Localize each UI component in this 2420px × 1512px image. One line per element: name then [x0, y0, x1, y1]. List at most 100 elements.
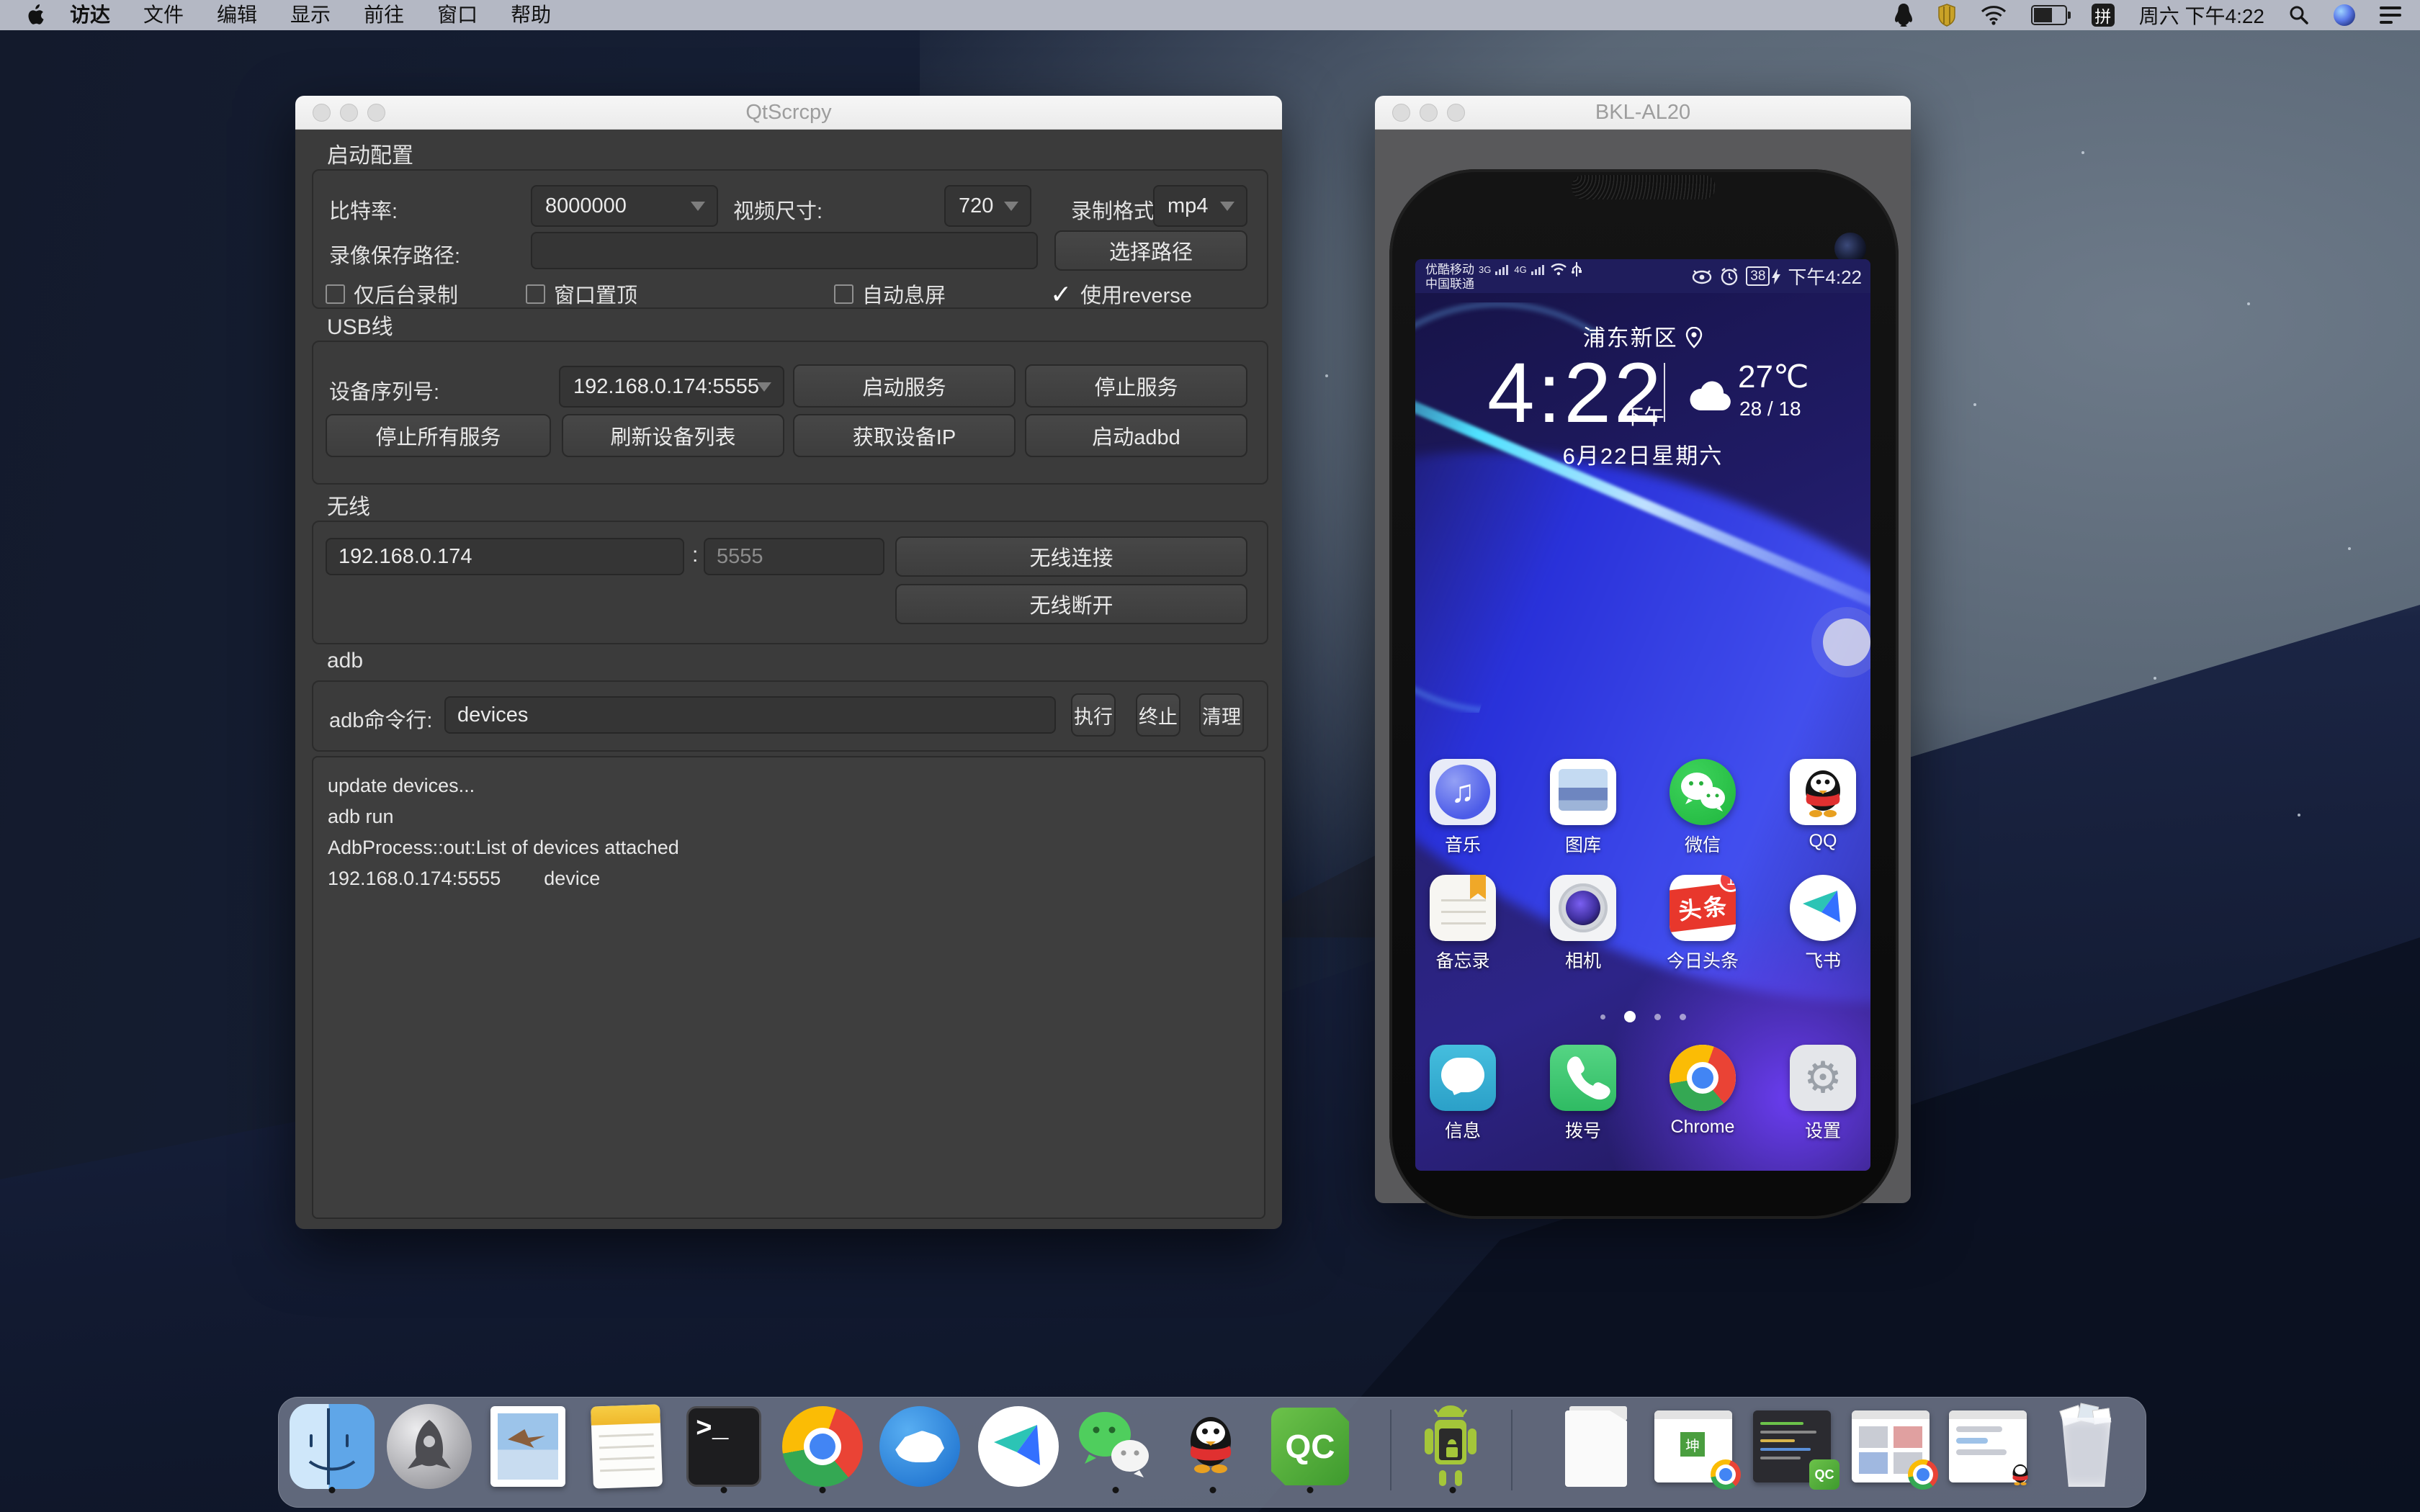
dock-finder[interactable] — [290, 1404, 375, 1489]
phone-titlebar[interactable]: BKL-AL20 — [1375, 96, 1911, 130]
menu-view[interactable]: 显示 — [274, 0, 347, 30]
checkbox-box[interactable] — [834, 284, 853, 304]
app-label: 设置 — [1775, 1117, 1870, 1143]
app-messages[interactable]: 信息 — [1415, 1045, 1510, 1143]
checkbox-box[interactable] — [326, 284, 345, 304]
dock-qtcreator[interactable]: QC — [1268, 1404, 1353, 1489]
input-method-icon[interactable]: 拼 — [2092, 4, 2115, 27]
app-toutiao[interactable]: 头条 1 今日头条 — [1655, 875, 1750, 973]
bitrate-select[interactable]: 8000000 — [531, 185, 718, 227]
android-robot-icon — [1410, 1404, 1491, 1489]
menu-finder[interactable]: 访达 — [53, 0, 127, 30]
get-device-ip-button[interactable]: 获取设备IP — [793, 414, 1016, 457]
dock-wechat[interactable] — [1073, 1404, 1158, 1489]
wireless-disconnect-button[interactable]: 无线断开 — [895, 584, 1247, 624]
app-label: QQ — [1775, 831, 1870, 852]
record-path-input[interactable] — [531, 232, 1038, 269]
camera-icon[interactable] — [1550, 875, 1616, 941]
app-feishu[interactable]: 飞书 — [1775, 875, 1870, 973]
apple-logo-icon[interactable] — [22, 4, 53, 26]
refresh-devices-button[interactable]: 刷新设备列表 — [562, 414, 784, 457]
app-dialer[interactable]: 拨号 — [1536, 1045, 1631, 1143]
menu-window[interactable]: 窗口 — [421, 0, 494, 30]
wifi-menubar-icon[interactable] — [1981, 5, 2007, 25]
check-icon[interactable]: ✓ — [1050, 284, 1072, 304]
gallery-icon[interactable] — [1550, 759, 1616, 825]
dock-qq[interactable] — [1170, 1404, 1255, 1489]
messages-icon[interactable] — [1430, 1045, 1496, 1111]
app-gallery[interactable]: 图库 — [1536, 759, 1631, 857]
dock-minimized-browser-page[interactable] — [1848, 1404, 1933, 1489]
app-wechat[interactable]: 微信 — [1655, 759, 1750, 857]
checkbox-use-reverse[interactable]: ✓使用reverse — [1050, 279, 1192, 309]
adb-run-button[interactable]: 执行 — [1071, 693, 1116, 737]
video-size-select[interactable]: 720 — [944, 185, 1031, 227]
dock-notes[interactable] — [584, 1404, 669, 1489]
adb-cmd-input[interactable] — [444, 696, 1056, 734]
dock-chrome[interactable] — [780, 1404, 865, 1489]
phone-screen[interactable]: 优酷移动 3G 4G 中国联通 — [1415, 259, 1870, 1171]
record-format-select[interactable]: mp4 — [1153, 185, 1247, 227]
adb-clear-button[interactable]: 清理 — [1199, 693, 1244, 737]
qtcreator-badge-icon: QC — [1809, 1459, 1839, 1490]
dock-trash[interactable] — [2044, 1404, 2129, 1489]
statusbar-time: 下午4:22 — [1788, 263, 1862, 289]
app-music[interactable]: ♫ 音乐 — [1415, 759, 1510, 857]
dock-launchpad[interactable] — [387, 1404, 472, 1489]
assistive-floating-ball[interactable] — [1823, 618, 1870, 666]
notification-center-icon[interactable] — [2380, 6, 2401, 24]
dock-seal-app[interactable] — [877, 1404, 962, 1489]
checkbox-screen-off[interactable]: 自动息屏 — [834, 279, 946, 309]
dock-mail[interactable] — [485, 1404, 570, 1489]
menu-go[interactable]: 前往 — [347, 0, 421, 30]
start-service-button[interactable]: 启动服务 — [793, 364, 1016, 408]
app-camera[interactable]: 相机 — [1536, 875, 1631, 973]
checkbox-bg-record[interactable]: 仅后台录制 — [326, 279, 458, 309]
notes-icon[interactable] — [1430, 875, 1496, 941]
siri-icon[interactable] — [2334, 4, 2355, 26]
app-notes[interactable]: 备忘录 — [1415, 875, 1510, 973]
app-settings[interactable]: ⚙ 设置 — [1775, 1045, 1870, 1143]
wireless-connect-button[interactable]: 无线连接 — [895, 536, 1247, 577]
battery-menubar-icon[interactable] — [2031, 5, 2067, 25]
stop-all-button[interactable]: 停止所有服务 — [326, 414, 551, 457]
dock-minimized-document[interactable] — [1555, 1404, 1640, 1489]
app-chrome[interactable]: Chrome — [1655, 1045, 1750, 1138]
choose-path-button[interactable]: 选择路径 — [1054, 230, 1247, 271]
toutiao-icon[interactable]: 头条 1 — [1670, 875, 1736, 941]
spotlight-icon[interactable] — [2289, 5, 2309, 25]
qq-chat-thumbnail — [1949, 1410, 2027, 1482]
qq-icon — [1170, 1404, 1251, 1485]
dock-terminal[interactable]: >_ — [681, 1404, 766, 1489]
qtscrcpy-titlebar[interactable]: QtScrcpy — [295, 96, 1282, 130]
checkbox-always-top[interactable]: 窗口置顶 — [526, 279, 637, 309]
stop-service-button[interactable]: 停止服务 — [1025, 364, 1247, 408]
checkbox-box[interactable] — [526, 284, 545, 304]
wechat-icon[interactable] — [1670, 759, 1736, 825]
dock-qtscrcpy-android[interactable] — [1410, 1404, 1495, 1489]
music-icon[interactable]: ♫ — [1430, 759, 1496, 825]
dock-minimized-chrome-page[interactable]: 坤 — [1651, 1404, 1736, 1489]
dock-minimized-qq-window[interactable] — [1945, 1404, 2030, 1489]
menu-file[interactable]: 文件 — [127, 0, 200, 30]
menu-edit[interactable]: 编辑 — [200, 0, 274, 30]
dock-minimized-code-window[interactable]: QC — [1749, 1404, 1834, 1489]
dock-feishu[interactable] — [976, 1404, 1061, 1489]
menubar-clock[interactable]: 周六 下午4:22 — [2139, 1, 2264, 30]
settings-gear-icon[interactable]: ⚙ — [1790, 1045, 1856, 1111]
app-qq[interactable]: QQ — [1775, 759, 1870, 852]
adb-kill-button[interactable]: 终止 — [1136, 693, 1180, 737]
battery-indicator: 38 — [1746, 266, 1780, 286]
start-adbd-button[interactable]: 启动adbd — [1025, 414, 1247, 457]
shield-menubar-icon[interactable] — [1937, 4, 1956, 27]
wireless-port-input[interactable] — [704, 538, 884, 575]
wireless-ip-input[interactable] — [326, 538, 684, 575]
qq-icon[interactable] — [1790, 759, 1856, 825]
qq-menubar-icon[interactable] — [1894, 4, 1913, 27]
serial-select[interactable]: 192.168.0.174:5555 — [559, 366, 784, 408]
menu-help[interactable]: 帮助 — [494, 0, 568, 30]
chrome-icon[interactable] — [1670, 1045, 1736, 1111]
feishu-icon[interactable] — [1790, 875, 1856, 941]
dialer-icon[interactable] — [1550, 1045, 1616, 1111]
log-output[interactable]: update devices... adb run AdbProcess::ou… — [312, 756, 1265, 1219]
